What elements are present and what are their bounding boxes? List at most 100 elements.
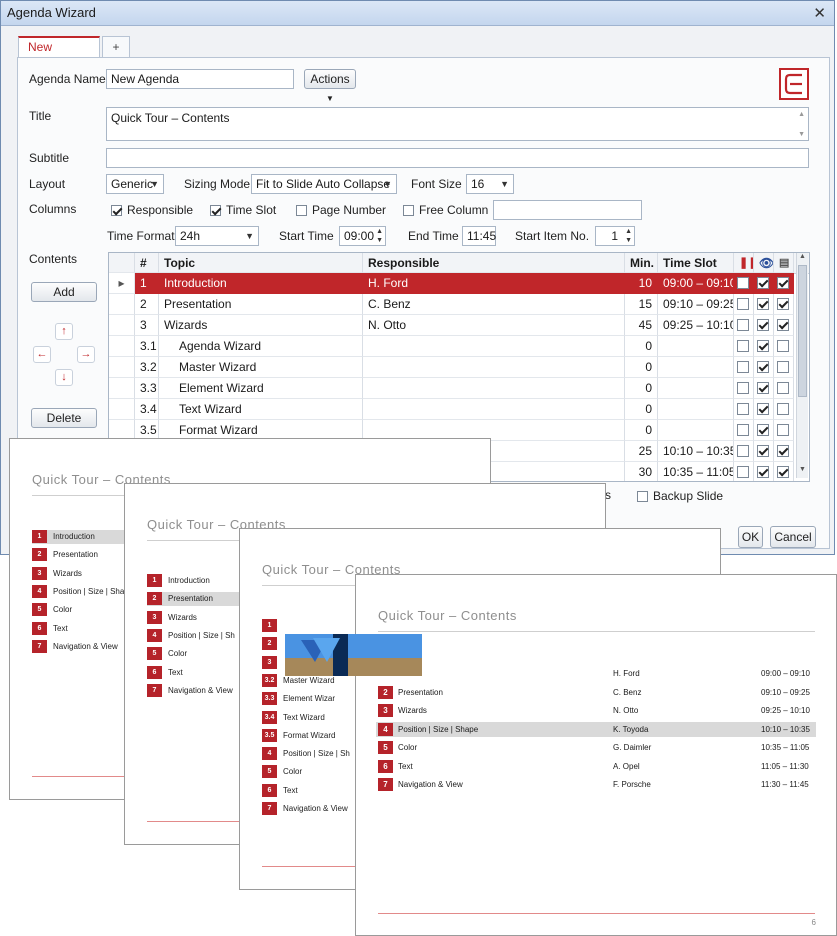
cell-slot[interactable]: 10:10 – 10:35 — [658, 441, 734, 462]
checkbox-empty-icon[interactable] — [737, 298, 749, 310]
move-left-icon[interactable]: ← — [33, 346, 51, 363]
spin-up-icon[interactable]: ▲ — [625, 228, 632, 236]
move-right-icon[interactable]: → — [77, 346, 95, 363]
checkbox-empty-icon[interactable] — [737, 424, 749, 436]
cell-slot[interactable] — [658, 399, 734, 420]
row-indicator[interactable] — [109, 357, 135, 378]
cell-num[interactable]: 3.4 — [135, 399, 159, 420]
title-bar[interactable]: Agenda Wizard ✕ — [1, 1, 834, 26]
checkbox-checked-icon[interactable] — [757, 277, 769, 289]
checkbox-checked-icon[interactable] — [757, 319, 769, 331]
checkbox-checked-icon[interactable] — [757, 445, 769, 457]
checkbox-checked-icon[interactable] — [777, 277, 789, 289]
cell-topic[interactable]: Presentation — [159, 294, 363, 315]
free-column-input[interactable] — [493, 200, 642, 220]
checkbox-checked-icon[interactable] — [757, 466, 769, 478]
cell-slot[interactable]: 09:25 – 10:10 — [658, 315, 734, 336]
checkbox-empty-icon[interactable] — [737, 319, 749, 331]
add-tab-button[interactable]: + — [102, 36, 130, 57]
checkbox-empty-icon[interactable] — [777, 403, 789, 415]
tab-new-agenda[interactable]: New Agenda — [18, 36, 100, 73]
delete-button[interactable]: Delete — [31, 408, 97, 428]
checkbox-empty-icon[interactable] — [777, 424, 789, 436]
add-button[interactable]: Add — [31, 282, 97, 302]
table-scrollbar[interactable]: ▲ ▼ — [796, 253, 808, 478]
checkbox-empty-icon[interactable] — [737, 277, 749, 289]
header-time-slot[interactable]: Time Slot — [658, 253, 734, 273]
checkbox-empty-icon[interactable] — [737, 361, 749, 373]
checkbox-checked-icon[interactable] — [757, 424, 769, 436]
scroll-up-icon[interactable]: ▲ — [799, 253, 806, 260]
cell-num[interactable]: 3.3 — [135, 378, 159, 399]
row-indicator[interactable] — [109, 399, 135, 420]
move-up-icon[interactable]: ↑ — [55, 323, 73, 340]
cell-num[interactable]: 3.1 — [135, 336, 159, 357]
checkbox-empty-icon[interactable] — [737, 403, 749, 415]
scrollbar-thumb[interactable] — [798, 265, 807, 397]
cell-num[interactable]: 3.2 — [135, 357, 159, 378]
layout-select[interactable]: Generic ▼ — [106, 174, 164, 194]
ok-button[interactable]: OK — [738, 526, 763, 548]
checkbox-checked-icon[interactable] — [757, 298, 769, 310]
textarea-scroll-icon[interactable]: ▲ ▼ — [798, 110, 805, 140]
checkbox-checked-icon[interactable] — [757, 340, 769, 352]
checkbox-checked-icon[interactable] — [757, 361, 769, 373]
end-time-input[interactable]: 11:45 — [462, 226, 496, 246]
cell-responsible[interactable] — [363, 378, 625, 399]
cell-min[interactable]: 15 — [625, 294, 658, 315]
row-indicator[interactable] — [109, 378, 135, 399]
cell-num[interactable]: 2 — [135, 294, 159, 315]
cell-min[interactable]: 0 — [625, 399, 658, 420]
cell-num[interactable]: 1 — [135, 273, 159, 294]
cell-slot[interactable]: 09:00 – 09:10 — [658, 273, 734, 294]
checkbox-checked-icon[interactable] — [757, 403, 769, 415]
header-num[interactable]: # — [135, 253, 159, 273]
cell-topic[interactable]: Element Wizard — [159, 378, 363, 399]
checkbox-checked-icon[interactable] — [777, 319, 789, 331]
checkbox-empty-icon[interactable] — [737, 445, 749, 457]
spin-down-icon[interactable]: ▼ — [625, 237, 632, 245]
start-time-stepper[interactable]: 09:00 ▲ ▼ — [339, 226, 386, 246]
checkbox-checked-icon[interactable] — [757, 382, 769, 394]
cell-min[interactable]: 30 — [625, 462, 658, 481]
row-indicator[interactable] — [109, 336, 135, 357]
responsible-checkbox[interactable]: Responsible — [111, 203, 193, 217]
cell-min[interactable]: 0 — [625, 336, 658, 357]
cell-responsible[interactable] — [363, 357, 625, 378]
cell-responsible[interactable]: C. Benz — [363, 294, 625, 315]
start-item-stepper[interactable]: 1 ▲ ▼ — [595, 226, 635, 246]
checkbox-empty-icon[interactable] — [777, 340, 789, 352]
cell-min[interactable]: 45 — [625, 315, 658, 336]
cell-slot[interactable]: 09:10 – 09:25 — [658, 294, 734, 315]
font-size-select[interactable]: 16 ▼ — [466, 174, 514, 194]
title-textarea[interactable]: Quick Tour – Contents ▲ ▼ — [106, 107, 809, 141]
time-slot-checkbox[interactable]: Time Slot — [210, 203, 276, 217]
row-indicator[interactable] — [109, 315, 135, 336]
cell-slot[interactable] — [658, 336, 734, 357]
scroll-down-icon[interactable]: ▼ — [799, 466, 806, 473]
subtitle-input[interactable] — [106, 148, 809, 168]
checkbox-empty-icon[interactable] — [777, 382, 789, 394]
cell-min[interactable]: 0 — [625, 357, 658, 378]
cell-responsible[interactable]: N. Otto — [363, 315, 625, 336]
cell-topic[interactable]: Introduction — [159, 273, 363, 294]
actions-button[interactable]: Actions ▼ — [304, 69, 356, 103]
slide-icon[interactable]: ▤ — [774, 253, 794, 273]
cell-topic[interactable]: Wizards — [159, 315, 363, 336]
move-down-icon[interactable]: ↓ — [55, 369, 73, 386]
cell-slot[interactable] — [658, 357, 734, 378]
cell-slot[interactable]: 10:35 – 11:05 — [658, 462, 734, 481]
header-responsible[interactable]: Responsible — [363, 253, 625, 273]
time-format-select[interactable]: 24h ▼ — [175, 226, 259, 246]
pause-icon[interactable]: ❚❚ — [734, 253, 754, 273]
header-topic[interactable]: Topic — [159, 253, 363, 273]
row-indicator[interactable] — [109, 294, 135, 315]
cell-slot[interactable] — [658, 378, 734, 399]
spin-down-icon[interactable]: ▼ — [376, 237, 383, 245]
free-column-checkbox[interactable]: Free Column — [403, 203, 488, 217]
spin-up-icon[interactable]: ▲ — [376, 228, 383, 236]
close-icon[interactable]: ✕ — [813, 4, 826, 22]
page-number-checkbox[interactable]: Page Number — [296, 203, 386, 217]
checkbox-checked-icon[interactable] — [777, 445, 789, 457]
cell-num[interactable]: 3 — [135, 315, 159, 336]
